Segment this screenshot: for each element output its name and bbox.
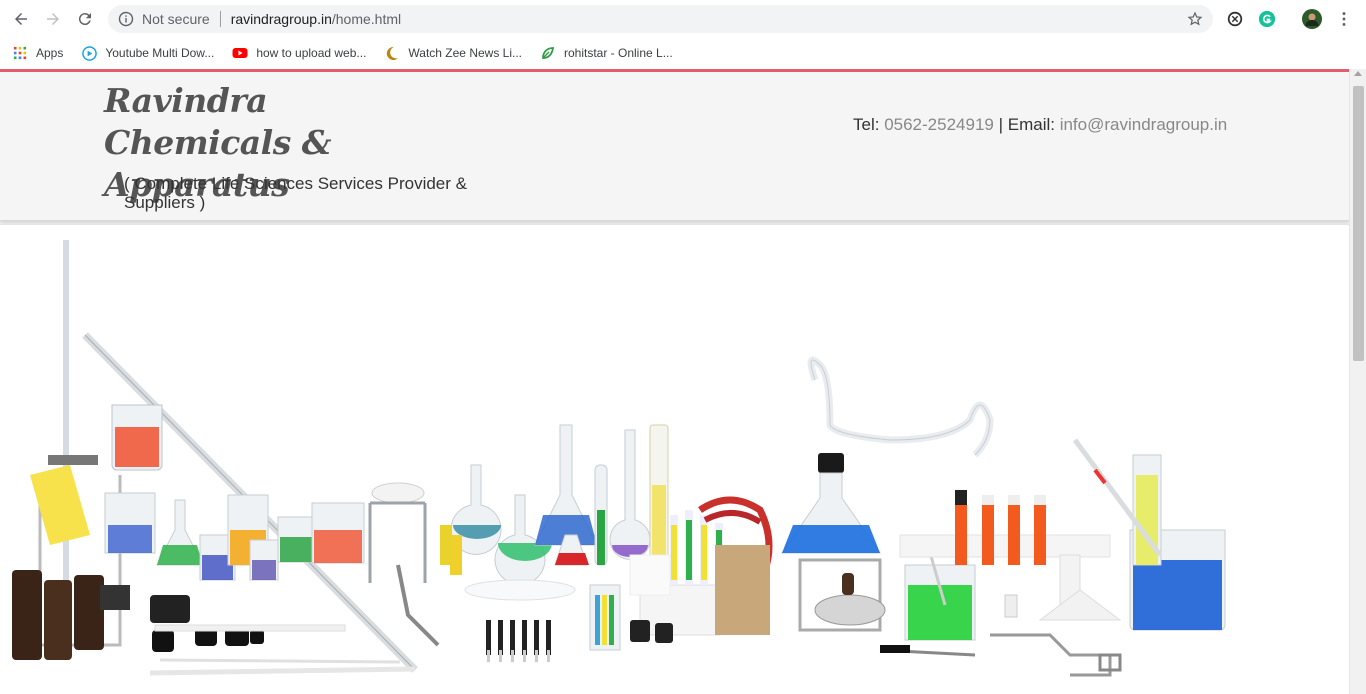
scroll-up-arrow-icon[interactable] bbox=[1354, 71, 1362, 76]
youtube-icon bbox=[232, 45, 248, 61]
profile-avatar-button[interactable] bbox=[1302, 9, 1322, 29]
reload-button[interactable] bbox=[69, 3, 101, 35]
browser-toolbar: Not secure ravindragroup.in/home.html bbox=[0, 0, 1366, 38]
grammarly-icon bbox=[1258, 10, 1276, 28]
site-tagline: ( Complete Life Sciences Services Provid… bbox=[124, 174, 467, 212]
url-path: /home.html bbox=[331, 11, 402, 27]
back-arrow-icon bbox=[15, 13, 27, 25]
sync-icon bbox=[1227, 11, 1243, 27]
moon-logo-icon bbox=[384, 45, 400, 61]
avatar bbox=[1302, 9, 1322, 29]
page-viewport: Ravindra Chemicals & Apparatus ( Complet… bbox=[0, 69, 1366, 694]
tel-label: Tel: bbox=[853, 115, 885, 134]
bookmark-label: rohitstar - Online L... bbox=[564, 46, 673, 60]
bookmark-label: Watch Zee News Li... bbox=[408, 46, 522, 60]
contact-info: Tel: 0562-2524919 | Email: info@ravindra… bbox=[853, 115, 1227, 135]
reload-icon bbox=[78, 13, 91, 26]
bookmark-apps[interactable]: Apps bbox=[12, 45, 63, 61]
bookmark-label: how to upload web... bbox=[256, 46, 367, 60]
dish-and-tripod bbox=[368, 482, 440, 647]
tel-link[interactable]: 0562-2524919 bbox=[884, 115, 994, 134]
scrollbar-thumb[interactable] bbox=[1353, 86, 1364, 361]
grammarly-extension-button[interactable] bbox=[1257, 9, 1277, 29]
leaf-logo-icon bbox=[540, 45, 556, 61]
not-secure-label: Not secure bbox=[142, 11, 210, 27]
email-link[interactable]: info@ravindragroup.in bbox=[1060, 115, 1228, 134]
email-label: Email: bbox=[1007, 115, 1060, 134]
site-header: Ravindra Chemicals & Apparatus ( Complet… bbox=[0, 72, 1349, 221]
url-host: ravindragroup.in bbox=[230, 11, 332, 27]
kebab-menu-icon bbox=[1342, 12, 1346, 26]
bookmark-zee-news[interactable]: Watch Zee News Li... bbox=[384, 45, 522, 61]
pipettes-row bbox=[486, 620, 551, 662]
lab-apparatus-image bbox=[12, 240, 1226, 677]
sync-extension-button[interactable] bbox=[1225, 9, 1245, 29]
bookmark-label: Apps bbox=[36, 46, 64, 60]
bookmark-how-to-upload[interactable]: how to upload web... bbox=[232, 45, 366, 61]
vertical-scrollbar[interactable] bbox=[1349, 69, 1366, 694]
omnibox-separator bbox=[219, 11, 221, 27]
forward-arrow-icon bbox=[47, 13, 59, 25]
bookmark-star-icon[interactable] bbox=[1187, 11, 1203, 27]
address-bar[interactable]: Not secure ravindragroup.in/home.html bbox=[108, 5, 1213, 33]
back-button[interactable] bbox=[5, 3, 37, 35]
contact-divider: | bbox=[993, 115, 1008, 134]
stoppers-black bbox=[150, 595, 264, 652]
browser-menu-button[interactable] bbox=[1334, 9, 1354, 29]
bookmark-rohitstar[interactable]: rohitstar - Online L... bbox=[540, 45, 673, 61]
forward-button[interactable] bbox=[37, 3, 69, 35]
flasks-group-1 bbox=[104, 492, 365, 581]
apps-grid-icon bbox=[12, 45, 28, 61]
bookmarks-bar: Apps Youtube Multi Dow... how to upload … bbox=[0, 38, 1366, 68]
white-panel-center bbox=[629, 554, 671, 596]
bookmark-label: Youtube Multi Dow... bbox=[105, 46, 215, 60]
bookmark-youtube-multi-downloader[interactable]: Youtube Multi Dow... bbox=[81, 45, 214, 61]
hero-banner bbox=[0, 224, 1349, 694]
download-icon bbox=[81, 45, 97, 61]
info-icon[interactable] bbox=[118, 11, 134, 27]
beaker-orange bbox=[111, 404, 163, 471]
